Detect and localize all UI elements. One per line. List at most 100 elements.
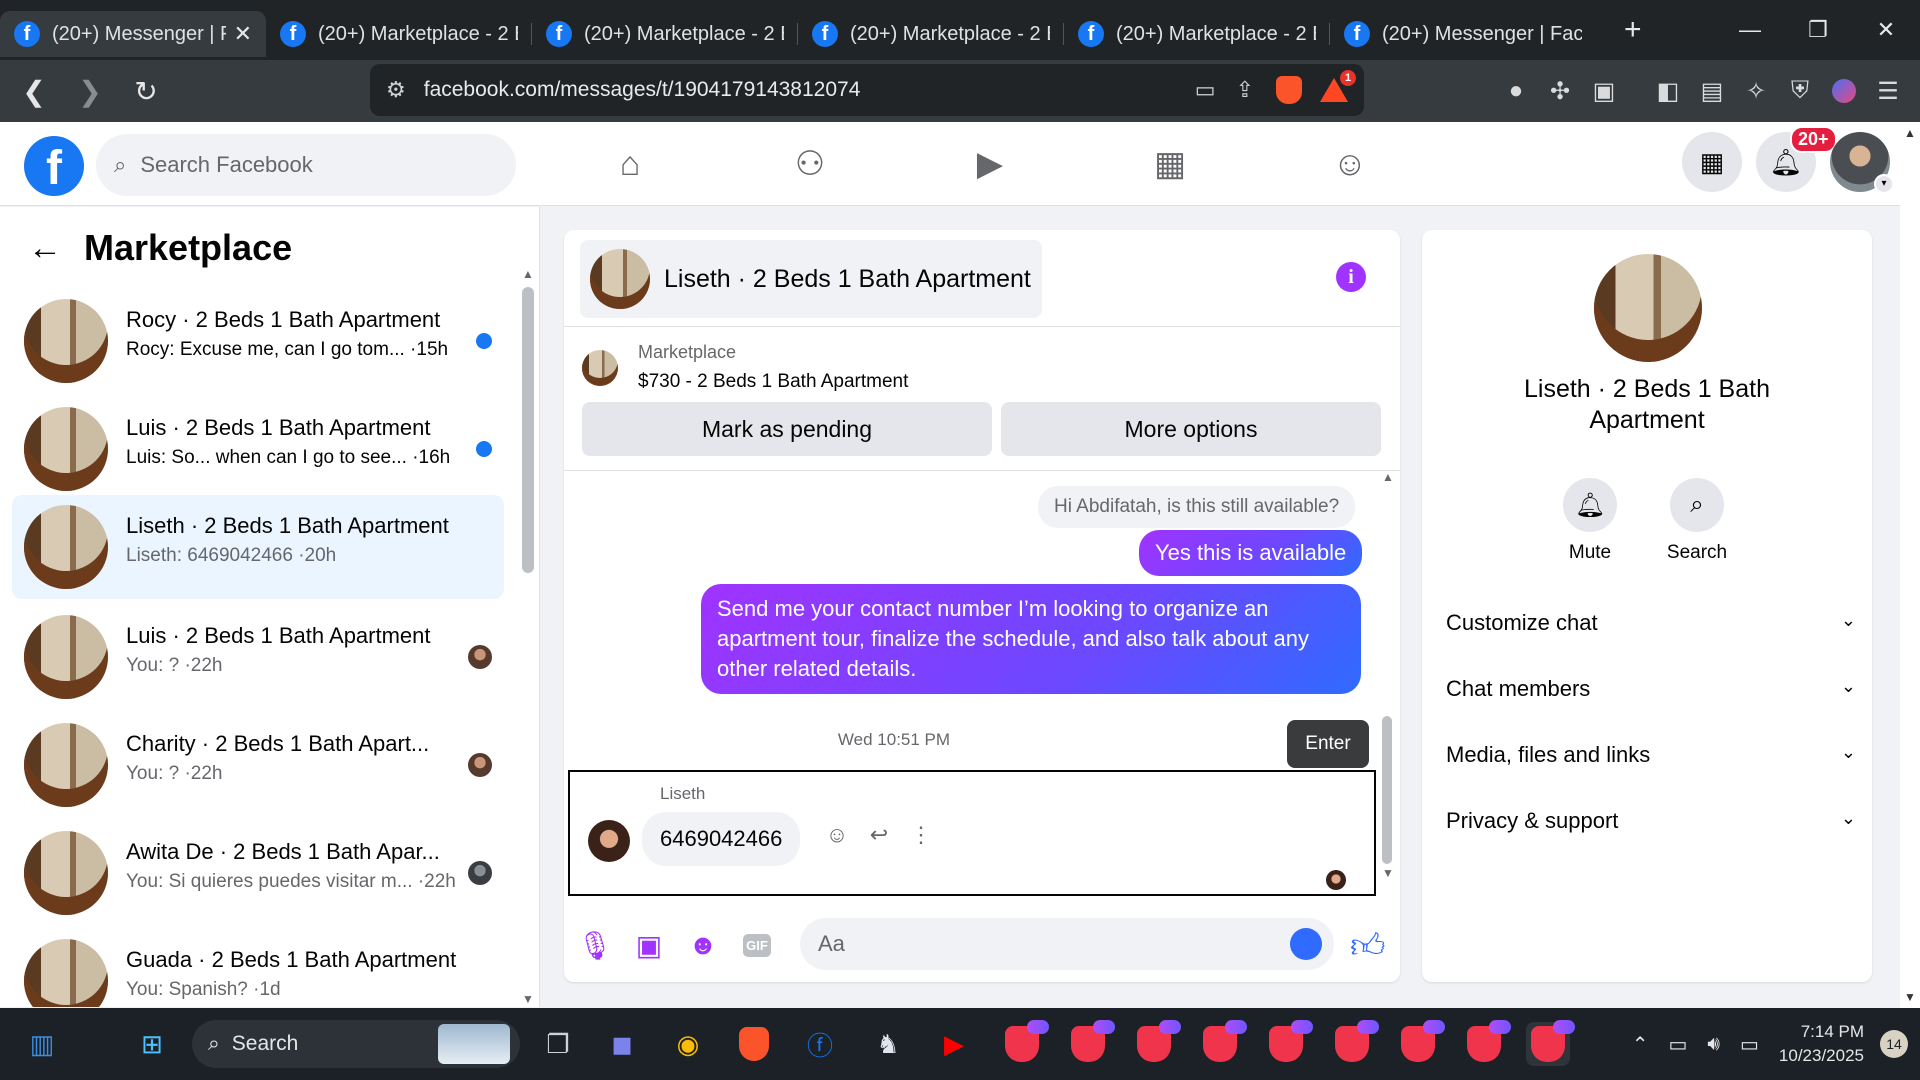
cast-icon[interactable]: ▭: [1195, 77, 1216, 103]
brave-icon[interactable]: [732, 1022, 776, 1066]
game-icon[interactable]: ♞: [866, 1022, 910, 1066]
browser-tab[interactable]: f (20+) Marketplace - 2 Beds: [532, 11, 798, 57]
share-icon[interactable]: ⇪: [1236, 77, 1254, 103]
scroll-up-icon[interactable]: ▲: [1904, 126, 1916, 140]
site-settings-icon[interactable]: ⚙: [386, 77, 406, 103]
scroll-up-icon[interactable]: ▲: [1382, 470, 1394, 484]
conversation-item[interactable]: Guada · 2 Beds 1 Bath Apartment You: Spa…: [12, 929, 504, 1007]
browser-tab[interactable]: f (20+) Messenger | Facebook: [1330, 11, 1596, 57]
gif-icon[interactable]: GIF: [730, 933, 784, 957]
sent-message[interactable]: Send me your contact number I’m looking …: [701, 584, 1361, 694]
menu-grid-icon[interactable]: ▦: [1682, 132, 1742, 192]
brave-rewards-icon[interactable]: 1: [1320, 70, 1356, 102]
vpn-icon[interactable]: ⛨: [1778, 77, 1822, 105]
video-icon[interactable]: ▶: [900, 122, 1080, 206]
more-options-button[interactable]: More options: [1001, 402, 1381, 456]
brave-shields-icon[interactable]: [1276, 76, 1302, 104]
brave-beta-icon-active[interactable]: [1526, 1020, 1575, 1066]
widgets-icon[interactable]: ▥: [20, 1022, 64, 1066]
address-bar[interactable]: ⚙ facebook.com/messages/t/19041791438120…: [370, 64, 1364, 116]
customize-chat-section[interactable]: Customize chat ⌄: [1446, 610, 1856, 636]
chat-header[interactable]: Liseth · 2 Beds 1 Bath Apartment: [580, 240, 1042, 318]
mark-as-pending-button[interactable]: Mark as pending: [582, 402, 992, 456]
more-options-icon[interactable]: ⋮: [900, 822, 942, 848]
quoted-message[interactable]: Hi Abdifatah, is this still available?: [1038, 486, 1356, 528]
scroll-down-icon[interactable]: ▼: [1904, 990, 1916, 1004]
minimize-icon[interactable]: —: [1716, 17, 1784, 43]
sidebar-icon[interactable]: ◧: [1646, 77, 1690, 106]
privacy-support-section[interactable]: Privacy & support ⌄: [1446, 808, 1856, 834]
sender-avatar[interactable]: [588, 820, 630, 862]
scrollbar-thumb[interactable]: [522, 287, 534, 573]
wallet-icon[interactable]: ▤: [1690, 77, 1734, 106]
taskbar-search[interactable]: ⌕ Search: [192, 1020, 520, 1068]
new-tab-icon[interactable]: +: [1624, 13, 1642, 47]
received-message[interactable]: 6469042466: [642, 812, 801, 866]
brave-beta-icon[interactable]: [1330, 1020, 1379, 1066]
reply-icon[interactable]: ↩: [858, 822, 900, 848]
back-icon[interactable]: ❮: [12, 75, 56, 108]
marketplace-icon[interactable]: ▦: [1080, 122, 1260, 206]
search-in-chat-button[interactable]: ⌕ Search: [1652, 478, 1742, 564]
conversation-item[interactable]: Rocy · 2 Beds 1 Bath Apartment Rocy: Exc…: [12, 289, 504, 393]
clock[interactable]: 7:14 PM 10/23/2025: [1779, 1020, 1864, 1068]
scroll-up-icon[interactable]: ▲: [522, 267, 534, 281]
scrollbar-thumb[interactable]: [1382, 716, 1392, 864]
menu-icon[interactable]: ☰: [1866, 77, 1910, 106]
conversation-item[interactable]: Awita De · 2 Beds 1 Bath Apar... You: Si…: [12, 821, 504, 925]
url-text[interactable]: facebook.com/messages/t/1904179143812074: [424, 78, 1175, 102]
restore-icon[interactable]: ❐: [1784, 17, 1852, 43]
chrome-icon[interactable]: ◉: [666, 1022, 710, 1066]
profile-icon[interactable]: [1832, 79, 1856, 103]
scroll-down-icon[interactable]: ▼: [1382, 866, 1394, 880]
conversation-item[interactable]: Charity · 2 Beds 1 Bath Apart... You: ? …: [12, 713, 504, 817]
mute-button[interactable]: 🔔︎ Mute: [1545, 478, 1635, 564]
media-files-links-section[interactable]: Media, files and links ⌄: [1446, 742, 1856, 768]
brave-beta-icon[interactable]: [1264, 1020, 1313, 1066]
chat-members-section[interactable]: Chat members ⌄: [1446, 676, 1856, 702]
conversation-item[interactable]: Luis · 2 Beds 1 Bath Apartment Luis: So.…: [12, 397, 504, 501]
reload-icon[interactable]: ↻: [124, 75, 168, 108]
brave-beta-icon[interactable]: [1198, 1020, 1247, 1066]
facebook-search-input[interactable]: ⌕ Search Facebook: [96, 134, 516, 196]
browser-tab[interactable]: f (20+) Messenger | Facebook ✕: [0, 11, 266, 57]
thumbs-up-icon[interactable]: 👍︎: [1350, 926, 1386, 967]
tray-overflow-icon[interactable]: ⌃: [1632, 1032, 1649, 1057]
browser-tab[interactable]: f (20+) Marketplace - 2 Beds: [1064, 11, 1330, 57]
teams-icon[interactable]: ◼: [600, 1022, 644, 1066]
facebook-app-icon[interactable]: ⓕ: [798, 1022, 842, 1066]
microphone-icon[interactable]: 🎙︎: [568, 929, 622, 962]
react-emoji-icon[interactable]: ☺: [816, 822, 858, 848]
leo-ai-icon[interactable]: ✧: [1734, 77, 1778, 106]
forward-icon[interactable]: ❯: [68, 75, 112, 108]
facebook-logo-icon[interactable]: f: [24, 136, 84, 196]
volume-icon[interactable]: 🔊︎: [1707, 1033, 1720, 1056]
notification-count-badge[interactable]: 14: [1880, 1030, 1908, 1058]
listing-summary[interactable]: Marketplace $730 - 2 Beds 1 Bath Apartme…: [582, 342, 908, 393]
task-view-icon[interactable]: ❐: [536, 1022, 580, 1066]
emoji-icon[interactable]: [1290, 928, 1322, 960]
close-tab-icon[interactable]: ✕: [234, 21, 252, 47]
account-avatar[interactable]: ▾: [1830, 132, 1894, 194]
chat-scrollbar[interactable]: ▲ ▼: [1380, 470, 1394, 880]
back-arrow-icon[interactable]: ←: [28, 229, 62, 268]
youtube-icon[interactable]: ▶: [932, 1022, 976, 1066]
conversation-item-selected[interactable]: Liseth · 2 Beds 1 Bath Apartment Liseth:…: [12, 495, 504, 599]
browser-tab[interactable]: f (20+) Marketplace - 2 Beds: [798, 11, 1064, 57]
friends-icon[interactable]: ⚇: [720, 122, 900, 206]
close-window-icon[interactable]: ✕: [1852, 17, 1920, 43]
photo-icon[interactable]: ▣: [622, 929, 676, 962]
info-icon[interactable]: i: [1336, 262, 1366, 292]
windows-start-icon[interactable]: ⊞: [130, 1022, 174, 1066]
reader-icon[interactable]: ▣: [1582, 77, 1626, 106]
brave-beta-icon[interactable]: [1132, 1020, 1181, 1066]
display-icon[interactable]: ▭: [1668, 1032, 1687, 1057]
home-icon[interactable]: ⌂: [540, 122, 720, 206]
battery-icon[interactable]: ▭: [1740, 1032, 1759, 1057]
extensions-icon[interactable]: ✣: [1538, 77, 1582, 106]
record-icon[interactable]: ●: [1494, 77, 1538, 105]
scroll-down-icon[interactable]: ▼: [522, 992, 534, 1006]
notifications-bell-icon[interactable]: 🔔︎ 20+: [1756, 126, 1837, 192]
brave-beta-icon[interactable]: [1396, 1020, 1445, 1066]
browser-tab[interactable]: f (20+) Marketplace - 2 Beds: [266, 11, 532, 57]
